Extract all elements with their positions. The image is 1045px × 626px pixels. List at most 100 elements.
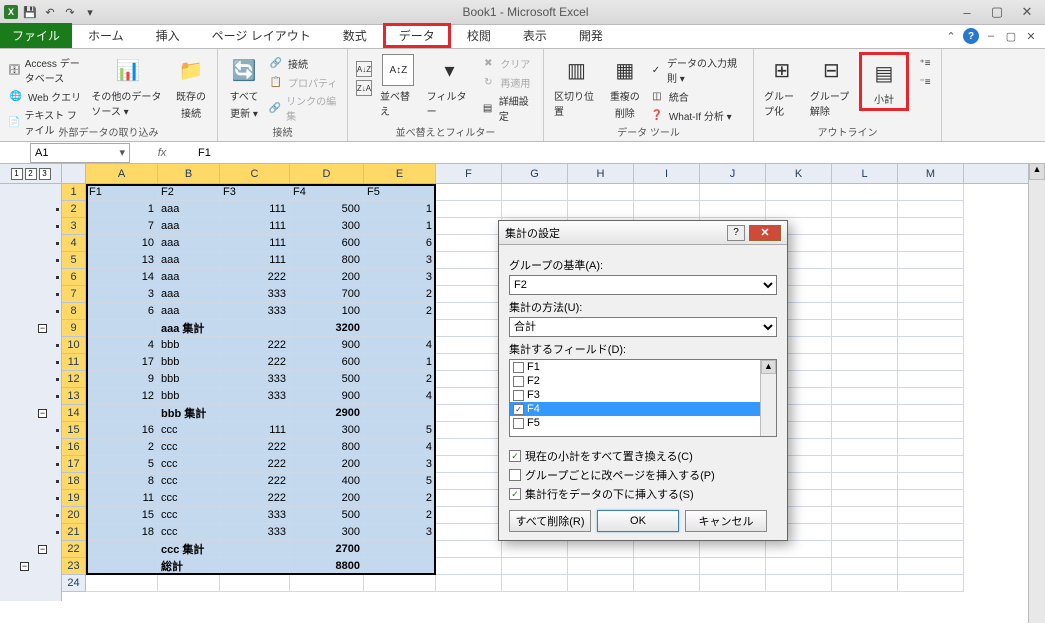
- cell[interactable]: [766, 575, 832, 592]
- cell[interactable]: [502, 184, 568, 201]
- row-header[interactable]: 23: [62, 558, 86, 575]
- cell[interactable]: ccc: [158, 456, 220, 473]
- cell[interactable]: [436, 286, 502, 303]
- checkbox-icon[interactable]: [513, 376, 524, 387]
- sort-button[interactable]: A↕Z並べ替え: [376, 52, 421, 120]
- field-item[interactable]: F1: [510, 360, 776, 374]
- tab-pagelayout[interactable]: ページ レイアウト: [196, 23, 327, 48]
- cell[interactable]: [436, 473, 502, 490]
- cell[interactable]: [436, 235, 502, 252]
- sort-za-button[interactable]: Z↓A: [354, 79, 374, 97]
- checkbox-icon[interactable]: [513, 362, 524, 373]
- cell[interactable]: 600: [290, 235, 364, 252]
- cell[interactable]: [766, 201, 832, 218]
- cell[interactable]: [86, 558, 158, 575]
- cell[interactable]: F1: [86, 184, 158, 201]
- row-header[interactable]: 9: [62, 320, 86, 337]
- cell[interactable]: 222: [220, 490, 290, 507]
- cell[interactable]: [86, 575, 158, 592]
- cell[interactable]: 5: [364, 422, 436, 439]
- tab-review[interactable]: 校閲: [451, 23, 507, 48]
- cell[interactable]: [766, 541, 832, 558]
- cancel-button[interactable]: キャンセル: [685, 510, 767, 532]
- cell[interactable]: 3: [86, 286, 158, 303]
- dialog-close-button[interactable]: ✕: [749, 225, 781, 241]
- column-header[interactable]: L: [832, 164, 898, 183]
- row-header[interactable]: 20: [62, 507, 86, 524]
- ungroup-button[interactable]: ⊟グループ解除: [806, 52, 857, 120]
- cell[interactable]: [436, 354, 502, 371]
- cell[interactable]: 111: [220, 422, 290, 439]
- cell[interactable]: aaa: [158, 218, 220, 235]
- namebox-dropdown-icon[interactable]: ▾: [119, 146, 125, 159]
- cell[interactable]: 300: [290, 422, 364, 439]
- tab-formulas[interactable]: 数式: [327, 23, 383, 48]
- column-header[interactable]: G: [502, 164, 568, 183]
- cell[interactable]: [290, 575, 364, 592]
- cell[interactable]: 2700: [290, 541, 364, 558]
- row-header[interactable]: 22: [62, 541, 86, 558]
- cell[interactable]: 3200: [290, 320, 364, 337]
- outline-collapse-icon[interactable]: −: [20, 562, 29, 571]
- refresh-all-button[interactable]: 🔄すべて更新 ▾: [224, 52, 264, 122]
- minimize-button[interactable]: –: [953, 4, 981, 20]
- cell[interactable]: [832, 201, 898, 218]
- cell[interactable]: [364, 405, 436, 422]
- cell[interactable]: [832, 473, 898, 490]
- cell[interactable]: [832, 184, 898, 201]
- cell[interactable]: 2: [364, 286, 436, 303]
- cell[interactable]: [898, 507, 964, 524]
- cell[interactable]: F2: [158, 184, 220, 201]
- whatif-button[interactable]: ❓What-If 分析 ▾: [647, 106, 747, 124]
- cell[interactable]: 222: [220, 337, 290, 354]
- cell[interactable]: ccc: [158, 473, 220, 490]
- cell[interactable]: [832, 303, 898, 320]
- field-item[interactable]: ✓F4: [510, 402, 776, 416]
- cell[interactable]: [832, 490, 898, 507]
- show-detail-button[interactable]: ⁺≡: [915, 54, 935, 72]
- cell[interactable]: 4: [364, 388, 436, 405]
- cell[interactable]: bbb: [158, 388, 220, 405]
- cell[interactable]: [898, 320, 964, 337]
- cell[interactable]: 4: [364, 337, 436, 354]
- cell[interactable]: [898, 303, 964, 320]
- other-sources-button[interactable]: 📊その他のデータ ソース ▾: [87, 52, 169, 120]
- cell[interactable]: [832, 252, 898, 269]
- cell[interactable]: [634, 575, 700, 592]
- cell[interactable]: 100: [290, 303, 364, 320]
- cell[interactable]: [898, 405, 964, 422]
- cell[interactable]: [898, 184, 964, 201]
- row-header[interactable]: 6: [62, 269, 86, 286]
- cell[interactable]: [502, 575, 568, 592]
- cell[interactable]: [436, 337, 502, 354]
- cell[interactable]: [502, 541, 568, 558]
- mdi-min-icon[interactable]: –: [983, 28, 999, 44]
- cell[interactable]: [832, 371, 898, 388]
- cell[interactable]: 700: [290, 286, 364, 303]
- cell[interactable]: [832, 235, 898, 252]
- cell[interactable]: [436, 490, 502, 507]
- cell[interactable]: 333: [220, 524, 290, 541]
- connections-button[interactable]: 🔗接続: [266, 54, 341, 72]
- from-access-button[interactable]: 🗄Access データベース: [6, 54, 85, 86]
- cell[interactable]: [898, 371, 964, 388]
- cell[interactable]: [832, 269, 898, 286]
- cell[interactable]: [436, 184, 502, 201]
- cell[interactable]: 13: [86, 252, 158, 269]
- cell[interactable]: [832, 337, 898, 354]
- scroll-up-icon[interactable]: ▲: [1029, 163, 1045, 180]
- cell[interactable]: [898, 473, 964, 490]
- cell[interactable]: 333: [220, 371, 290, 388]
- cell[interactable]: [898, 218, 964, 235]
- tab-home[interactable]: ホーム: [72, 23, 140, 48]
- row-header[interactable]: 18: [62, 473, 86, 490]
- cell[interactable]: [832, 507, 898, 524]
- qat-more-icon[interactable]: ▾: [82, 4, 98, 20]
- cell[interactable]: [898, 422, 964, 439]
- cell[interactable]: aaa 集計: [158, 320, 220, 337]
- cell[interactable]: [436, 524, 502, 541]
- cell[interactable]: 8800: [290, 558, 364, 575]
- field-item[interactable]: F5: [510, 416, 776, 430]
- remove-all-button[interactable]: すべて削除(R): [509, 510, 591, 532]
- cell[interactable]: aaa: [158, 235, 220, 252]
